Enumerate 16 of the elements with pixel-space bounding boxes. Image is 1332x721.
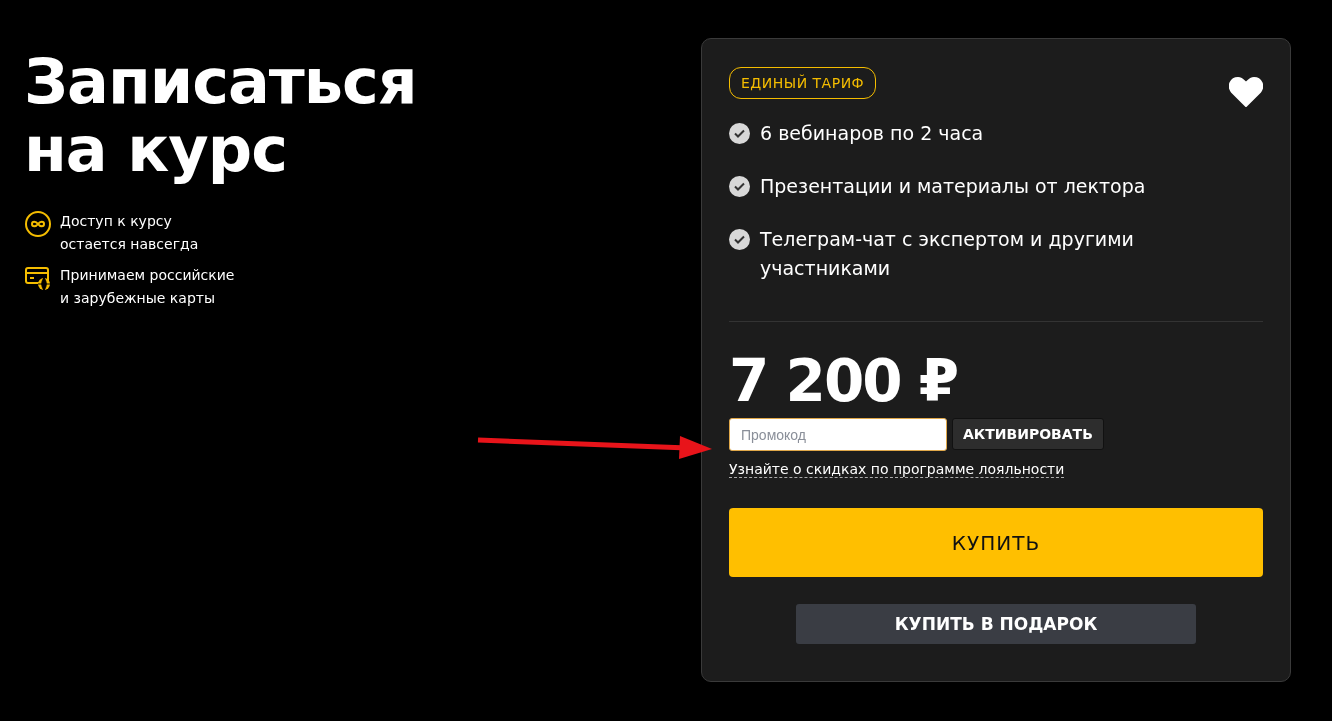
promo-code-field[interactable]: Промокод <box>729 418 947 451</box>
feature-text: 6 вебинаров по 2 часа <box>760 121 984 146</box>
tariff-badge: ЕДИНЫЙ ТАРИФ <box>729 67 877 99</box>
card-globe-icon <box>24 264 52 292</box>
heart-icon[interactable] <box>1229 77 1263 107</box>
infinity-icon <box>24 210 52 238</box>
feature-text: Презентации и материалы от лектора <box>760 174 1146 199</box>
price: 7 200 ₽ <box>729 352 959 410</box>
loyalty-link[interactable]: Узнайте о скидках по программе лояльности <box>729 461 1065 478</box>
feature-text: Телеграм-чат с экспертом и другими участниками <box>760 227 1135 281</box>
activate-button[interactable]: АКТИВИРОВАТЬ <box>952 418 1104 450</box>
perk-text: Принимаем российские и зарубежные карты <box>60 266 235 308</box>
page-heading: Записаться на курс <box>24 48 418 184</box>
perk-text: Доступ к курсу остается навсегда <box>60 212 199 254</box>
buy-button[interactable]: КУПИТЬ <box>729 508 1263 577</box>
gift-button[interactable]: КУПИТЬ В ПОДАРОК <box>796 604 1196 644</box>
